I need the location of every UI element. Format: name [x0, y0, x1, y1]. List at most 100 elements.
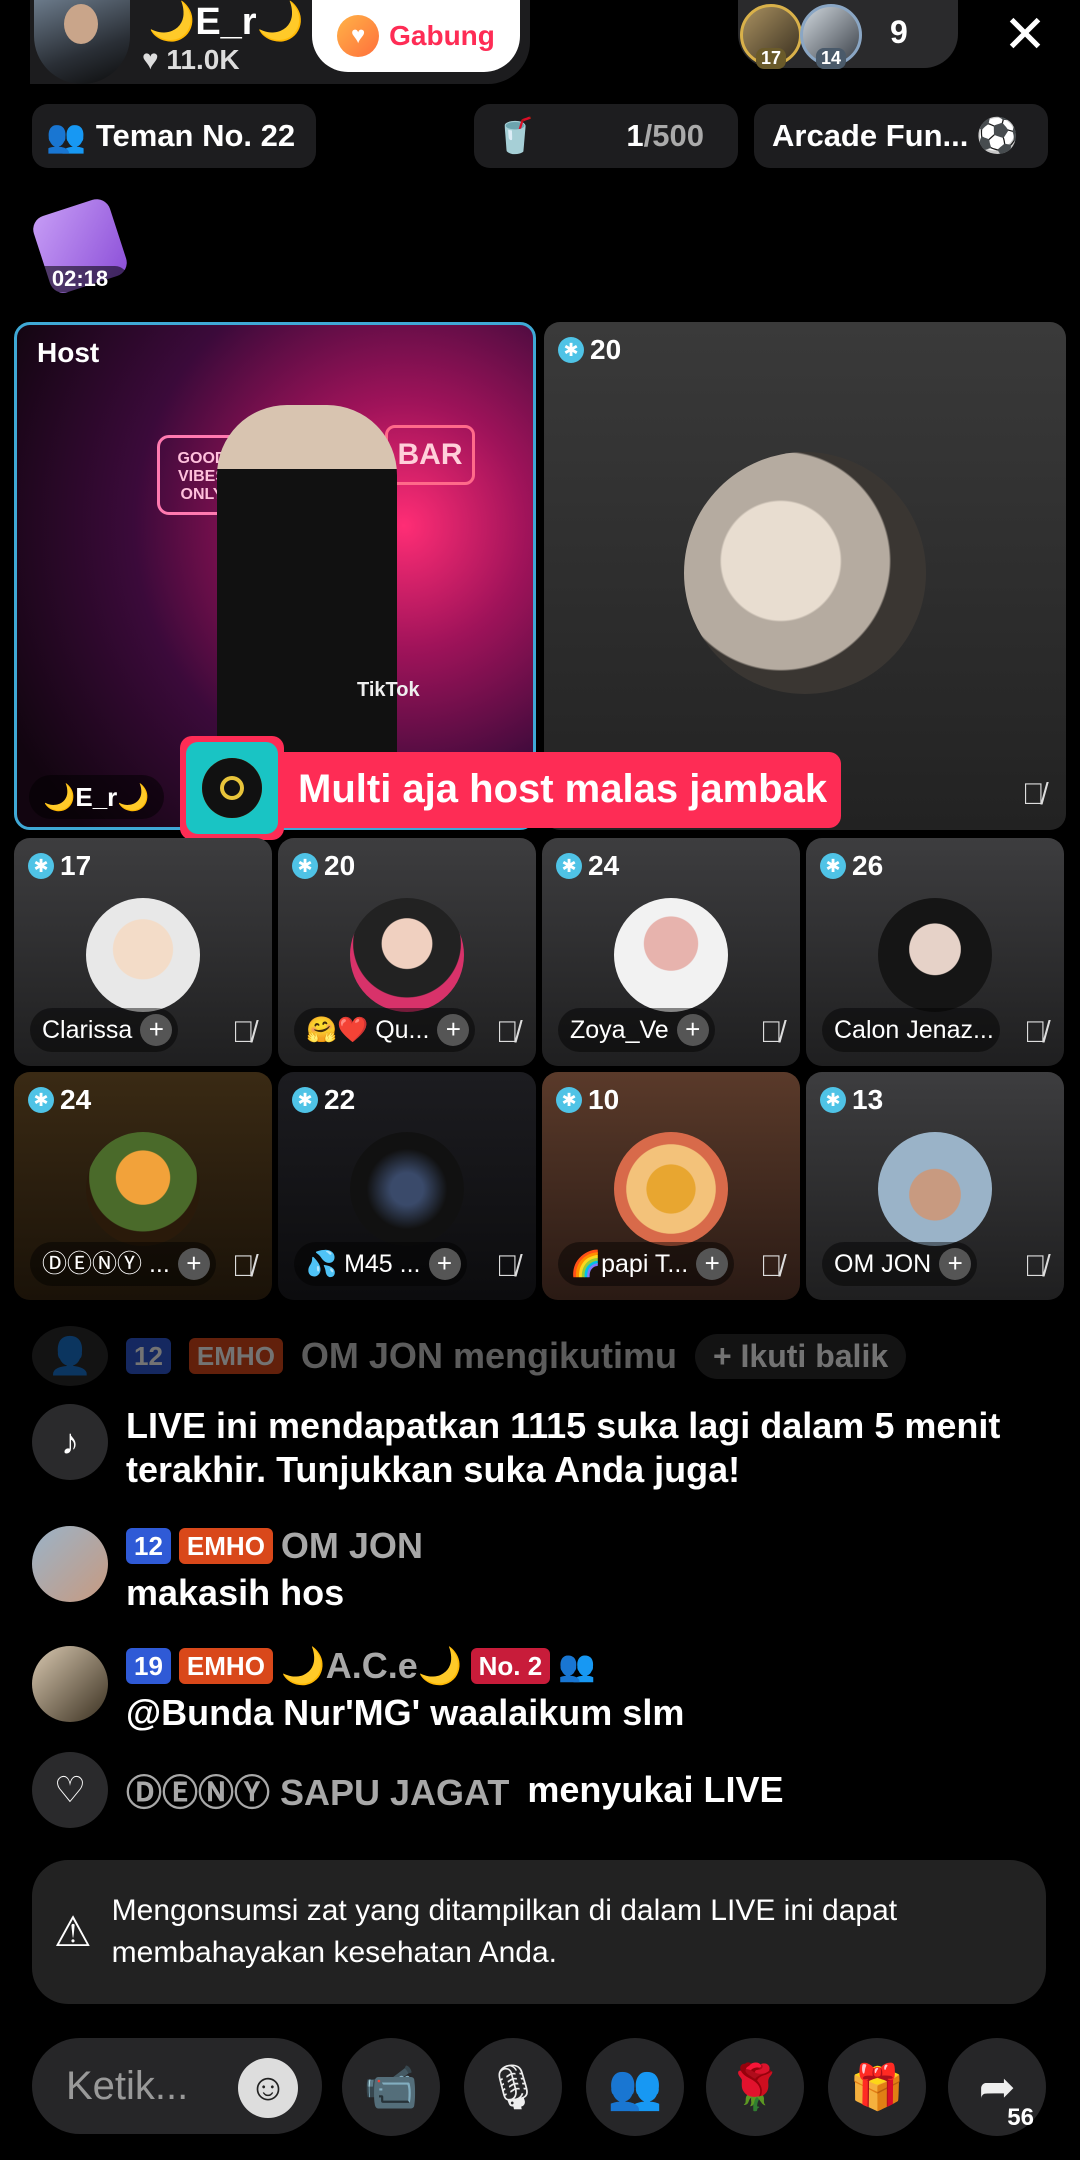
guest-level: 20 [558, 334, 621, 366]
emoji-icon[interactable]: ☺ [238, 2058, 298, 2118]
team-chip[interactable]: 👥 Teman No. 22 [32, 104, 316, 168]
guest-name: OM JON [834, 1250, 932, 1278]
guest-name-pill[interactable]: 🤗❤️ Qu... + [294, 1008, 476, 1052]
join-button[interactable]: ♥ Gabung [312, 0, 520, 72]
viewer-count[interactable]: 9 [890, 14, 908, 51]
moderator-icon: 👥 [558, 1649, 596, 1683]
host-name-tag[interactable]: 🌙E_r🌙 [29, 775, 164, 819]
mic-off-icon: 🎙̸ [232, 1250, 255, 1283]
commenter-name[interactable]: OM JON [281, 1525, 423, 1567]
commenter-name[interactable]: 🌙A.C.e🌙 [281, 1645, 463, 1687]
guest-level: 20 [292, 850, 355, 882]
guest-level: 24 [556, 850, 619, 882]
guest-tile[interactable]: 22 💦 M45 ...+ 🎙̸ [278, 1072, 536, 1300]
mic-off-icon: 🎙̸ [760, 1250, 783, 1283]
follow-plus-icon[interactable]: + [437, 1014, 470, 1046]
follow-plus-icon[interactable]: + [696, 1248, 729, 1280]
level-badge-icon [556, 1087, 582, 1113]
soccer-ball-icon: ⚽ [976, 117, 1019, 155]
guest-level: 17 [28, 850, 91, 882]
tiktok-watermark: TikTok [357, 679, 420, 701]
commenter-avatar[interactable] [32, 1646, 108, 1722]
guest-level: 24 [28, 1084, 91, 1116]
vinyl-icon [180, 736, 284, 840]
comment-input-placeholder: Ketik... [66, 2063, 189, 2108]
guest-name-pill[interactable]: 💦 M45 ... + [294, 1242, 467, 1286]
mic-off-icon: 🎙̸ [496, 1250, 519, 1283]
guest-name-pill[interactable]: 🌈papi T... + [558, 1242, 735, 1286]
gift-icon[interactable]: 🎁 [828, 2038, 926, 2136]
mic-off-icon[interactable]: 🎙 [464, 2038, 562, 2136]
goal-chip[interactable]: 🥤 1/500 [474, 104, 738, 168]
guest-tile[interactable]: 10 🌈papi T...+ 🎙̸ [542, 1072, 800, 1300]
guests-icon[interactable]: 👥 [586, 2038, 684, 2136]
user-level-badge: 19 [126, 1648, 171, 1684]
user-level-badge: 12 [126, 1338, 171, 1374]
guest-tile[interactable]: 17 Clarissa+ 🎙̸ [14, 838, 272, 1066]
rose-gift-icon[interactable]: 🌹 [706, 2038, 804, 2136]
guest-name: 💦 M45 ... [306, 1250, 421, 1278]
follow-plus-icon[interactable]: + [939, 1248, 972, 1280]
commenter-avatar[interactable] [32, 1526, 108, 1602]
guest-name-pill[interactable]: Calon Jenaz... [822, 1008, 1000, 1052]
guest-tile[interactable]: 24 ⒹⒺⓃⓎ ...+ 🎙̸ [14, 1072, 272, 1300]
top-viewer-avatar[interactable]: 17 [740, 4, 802, 69]
banner-text: Multi aja host malas jambak [284, 752, 842, 828]
mic-off-icon: 🎙̸ [1024, 1250, 1047, 1283]
close-icon[interactable]: ✕ [1000, 9, 1050, 61]
level-badge-icon [820, 853, 846, 879]
share-icon[interactable]: ➦ 56 [948, 2038, 1046, 2136]
treasure-box[interactable]: 02:18 [29, 195, 131, 297]
level-badge-icon [558, 337, 584, 363]
guest-avatar [86, 1132, 200, 1246]
level-badge-icon [820, 1087, 846, 1113]
host-name[interactable]: 🌙E_r🌙 [148, 0, 304, 44]
arcade-chip[interactable]: Arcade Fun... ⚽ [754, 104, 1048, 168]
arcade-chip-label: Arcade Fun... [772, 118, 969, 153]
mic-off-icon: 🎙̸ [1024, 1016, 1047, 1049]
level-badge-icon [28, 853, 54, 879]
guest-name: Calon Jenaz... [834, 1016, 994, 1044]
warning-text: Mengonsumsi zat yang ditampilkan di dala… [111, 1894, 898, 1969]
guest-level: 10 [556, 1084, 619, 1116]
guest-tile[interactable]: 20 🤗❤️ Qu...+ 🎙̸ [278, 838, 536, 1066]
follow-notification: 👤 12 EMHO OM JON mengikutimu + Ikuti bal… [32, 1326, 907, 1386]
mic-off-icon: 🎙̸ [1022, 778, 1045, 811]
camera-off-icon[interactable]: 📹 [342, 2038, 440, 2136]
system-message: ♪ LIVE ini mendapatkan 1115 suka lagi da… [32, 1404, 1026, 1492]
level-badge-icon [292, 853, 318, 879]
safety-warning: ⚠ Mengonsumsi zat yang ditampilkan di da… [32, 1860, 1046, 2004]
goal-progress: 1/500 [626, 118, 704, 153]
people-icon: 👥 [46, 118, 86, 154]
follow-plus-icon[interactable]: + [140, 1014, 173, 1046]
follow-plus-icon[interactable]: + [676, 1014, 709, 1046]
heart-icon: ♡ [32, 1752, 108, 1828]
guest-tile[interactable]: 13 OM JON+ 🎙̸ [806, 1072, 1064, 1300]
follow-plus-icon[interactable]: + [177, 1248, 210, 1280]
top-viewer-avatar[interactable]: 14 [800, 4, 862, 69]
guest-name-pill[interactable]: Clarissa + [30, 1008, 179, 1052]
guest-tile[interactable]: 26 Calon Jenaz... 🎙̸ [806, 838, 1064, 1066]
follow-back-button[interactable]: + Ikuti balik [694, 1333, 907, 1379]
song-banner[interactable]: Multi aja host malas jambak [180, 736, 844, 840]
chat-message: 12 EMHO OM JON makasih hos [32, 1525, 423, 1614]
guest-avatar [878, 898, 992, 1012]
guest-avatar [350, 898, 464, 1012]
guest-name-pill[interactable]: Zoya_Ve + [558, 1008, 715, 1052]
like-text: menyukai LIVE [527, 1769, 784, 1810]
rank-badge: No. 2 [470, 1648, 551, 1684]
follow-plus-icon[interactable]: + [428, 1248, 461, 1280]
guest-level: 26 [820, 850, 883, 882]
guest-name-pill[interactable]: ⒹⒺⓃⓎ ... + [30, 1242, 216, 1286]
liker-name[interactable]: ⒹⒺⓃⓎ SAPU JAGAT [126, 1764, 509, 1816]
viewer-level: 17 [755, 48, 787, 69]
treasure-box-timer: 02:18 [32, 266, 128, 292]
join-button-label: Gabung [389, 20, 495, 51]
guest-tile[interactable]: 24 Zoya_Ve+ 🎙̸ [542, 838, 800, 1066]
mic-off-icon: 🎙̸ [760, 1016, 783, 1049]
share-count: 56 [1007, 2104, 1034, 2131]
heart-plus-icon: ♥ [337, 15, 380, 57]
guest-name-pill[interactable]: OM JON + [822, 1242, 978, 1286]
like-notification: ♡ ⒹⒺⓃⓎ SAPU JAGAT menyukai LIVE [32, 1752, 783, 1828]
guest-name: Clarissa [42, 1016, 133, 1044]
